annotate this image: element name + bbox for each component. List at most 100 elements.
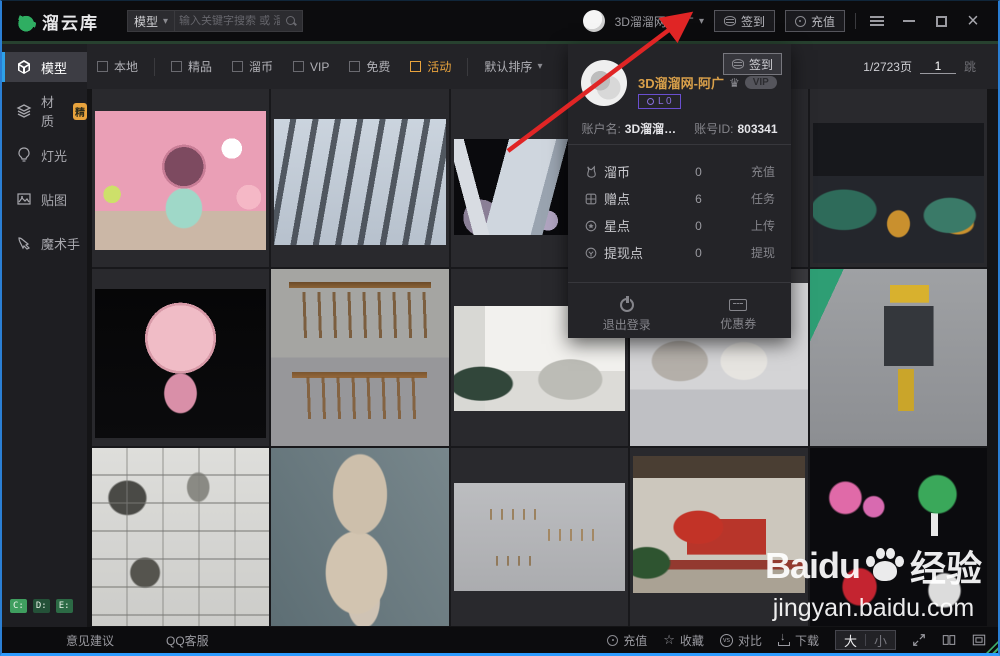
checkbox-icon [97, 61, 108, 72]
drive-c-badge[interactable]: C: [10, 599, 27, 613]
model-thumbnail-beige-sofa-set[interactable] [271, 448, 448, 626]
thumbnail-image [810, 269, 987, 447]
footer-recharge-label: 充值 [623, 632, 647, 649]
sidebar-item-label: 材质 [41, 92, 62, 130]
layers-icon [16, 103, 32, 119]
balance-value: 6 [666, 192, 731, 206]
drive-d-badge[interactable]: D: [33, 599, 50, 613]
model-thumbnail-wooden-fences[interactable] [451, 448, 628, 626]
model-thumbnail-chain-hoist[interactable] [810, 269, 987, 447]
thumbnail-image [95, 289, 266, 439]
ticket-icon [729, 299, 747, 311]
recharge-link[interactable]: 充值 [731, 163, 775, 180]
checkbox-icon [232, 61, 243, 72]
avatar[interactable] [583, 10, 605, 32]
level-label: L 0 [658, 96, 672, 107]
model-thumbnail-wooden-pergolas[interactable] [271, 269, 448, 447]
model-thumbnail-restaurant-interior[interactable] [810, 89, 987, 267]
coupon-button[interactable]: 优惠券 [720, 299, 756, 332]
thumbnail-image [271, 269, 448, 447]
thumbnail-image [633, 456, 804, 593]
balance-row-withdraw-points: 提现点 0 提现 [584, 239, 775, 266]
upload-link[interactable]: 上传 [731, 217, 775, 234]
search-icon[interactable] [284, 14, 298, 28]
split-view-button[interactable] [942, 633, 956, 647]
title-bar: 溜云库 模型 3D溜溜网-阿广 签到 充值 [2, 1, 998, 41]
footer-compare-button[interactable]: vs 对比 [720, 632, 762, 649]
minimize-button[interactable] [898, 10, 920, 32]
filter-activity[interactable]: 活动 [410, 58, 451, 75]
sidebar-item-lights[interactable]: 灯光 [2, 140, 87, 170]
star-icon [663, 632, 675, 648]
search-category-dropdown[interactable]: 模型 [127, 10, 175, 32]
search-input[interactable] [175, 15, 284, 27]
cube-icon [16, 59, 32, 75]
panel-signin-button[interactable]: 签到 [723, 53, 782, 75]
sidebar-item-models[interactable]: 模型 [2, 52, 87, 82]
divider [568, 282, 791, 283]
model-thumbnail-wardrobe-shelving[interactable] [92, 448, 269, 626]
filter-premium[interactable]: 精品 [171, 58, 212, 75]
model-thumbnail-pink-kids-living-room[interactable] [92, 89, 269, 267]
maximize-button[interactable] [930, 10, 952, 32]
size-large-option[interactable]: 大 [836, 631, 865, 650]
sort-dropdown[interactable]: 默认排序 [484, 58, 542, 75]
sidebar-item-materials[interactable]: 材质 精 [2, 96, 87, 126]
qq-support-link[interactable]: QQ客服 [166, 632, 209, 649]
power-icon [620, 298, 634, 312]
account-name-value: 3D溜溜… [625, 120, 676, 137]
vip-badge: VIP [745, 76, 777, 89]
filter-liucoin[interactable]: 溜币 [232, 58, 273, 75]
size-small-option[interactable]: 小 [866, 631, 895, 650]
panel-bottom-actions: 退出登录 优惠券 [568, 292, 791, 338]
tasks-link[interactable]: 任务 [731, 190, 775, 207]
user-menu[interactable]: 3D溜溜网-阿广 [615, 13, 704, 30]
footer-download-button[interactable]: 下载 [778, 632, 819, 649]
drive-e-badge[interactable]: E: [56, 599, 73, 613]
footer-recharge-button[interactable]: 充值 [607, 632, 647, 649]
account-info-row: 账户名: 3D溜溜… 账号ID: 803341 [568, 120, 791, 137]
filter-local[interactable]: 本地 [97, 58, 138, 75]
balance-label: 溜币 [604, 162, 666, 181]
sort-label: 默认排序 [484, 58, 532, 75]
model-thumbnail-red-culture-wall[interactable] [630, 448, 807, 626]
panel-avatar[interactable] [581, 60, 627, 106]
model-thumbnail-decor-trees[interactable] [810, 448, 987, 626]
sidebar-item-textures[interactable]: 贴图 [2, 184, 87, 214]
thumbnail-image [92, 448, 269, 626]
balance-row-liucoin: 溜币 0 充值 [584, 158, 775, 185]
feedback-link[interactable]: 意见建议 [66, 632, 114, 649]
filter-free[interactable]: 免费 [349, 58, 390, 75]
filter-label: VIP [310, 60, 329, 74]
model-thumbnail-industrial-conveyors[interactable] [271, 89, 448, 267]
menu-button[interactable] [866, 10, 888, 32]
logout-button[interactable]: 退出登录 [603, 298, 651, 333]
close-button[interactable] [962, 10, 984, 32]
page-jump-button[interactable]: 跳 [964, 58, 976, 75]
sidebar-item-label: 灯光 [41, 146, 67, 165]
account-id-value: 803341 [737, 122, 777, 136]
checkbox-icon [171, 61, 182, 72]
bulb-icon [16, 147, 32, 163]
page-input[interactable] [920, 59, 956, 74]
fullscreen-button[interactable] [912, 633, 926, 647]
sidebar-item-label: 魔术手 [41, 234, 80, 253]
divider [154, 58, 155, 76]
balance-label: 赠点 [604, 189, 666, 208]
magic-hand-icon [16, 235, 32, 251]
balance-row-gift-points: 赠点 6 任务 [584, 185, 775, 212]
footer-favorite-button[interactable]: 收藏 [663, 632, 704, 649]
withdraw-link[interactable]: 提现 [731, 244, 775, 261]
page-count: 1/2723页 [863, 58, 912, 75]
thumbnail-image [95, 111, 266, 250]
app-title: 溜云库 [42, 9, 99, 34]
sidebar-item-magic-hand[interactable]: 魔术手 [2, 228, 87, 258]
divider [855, 13, 856, 29]
filter-vip[interactable]: VIP [293, 60, 329, 74]
signin-button[interactable]: 签到 [714, 10, 775, 32]
account-name-label: 账户名: [581, 120, 620, 137]
recharge-button[interactable]: 充值 [785, 10, 845, 32]
single-view-button[interactable] [972, 633, 986, 647]
thumbnail-size-toggle: 大 小 [835, 630, 896, 650]
model-thumbnail-hot-air-balloon[interactable] [92, 269, 269, 447]
